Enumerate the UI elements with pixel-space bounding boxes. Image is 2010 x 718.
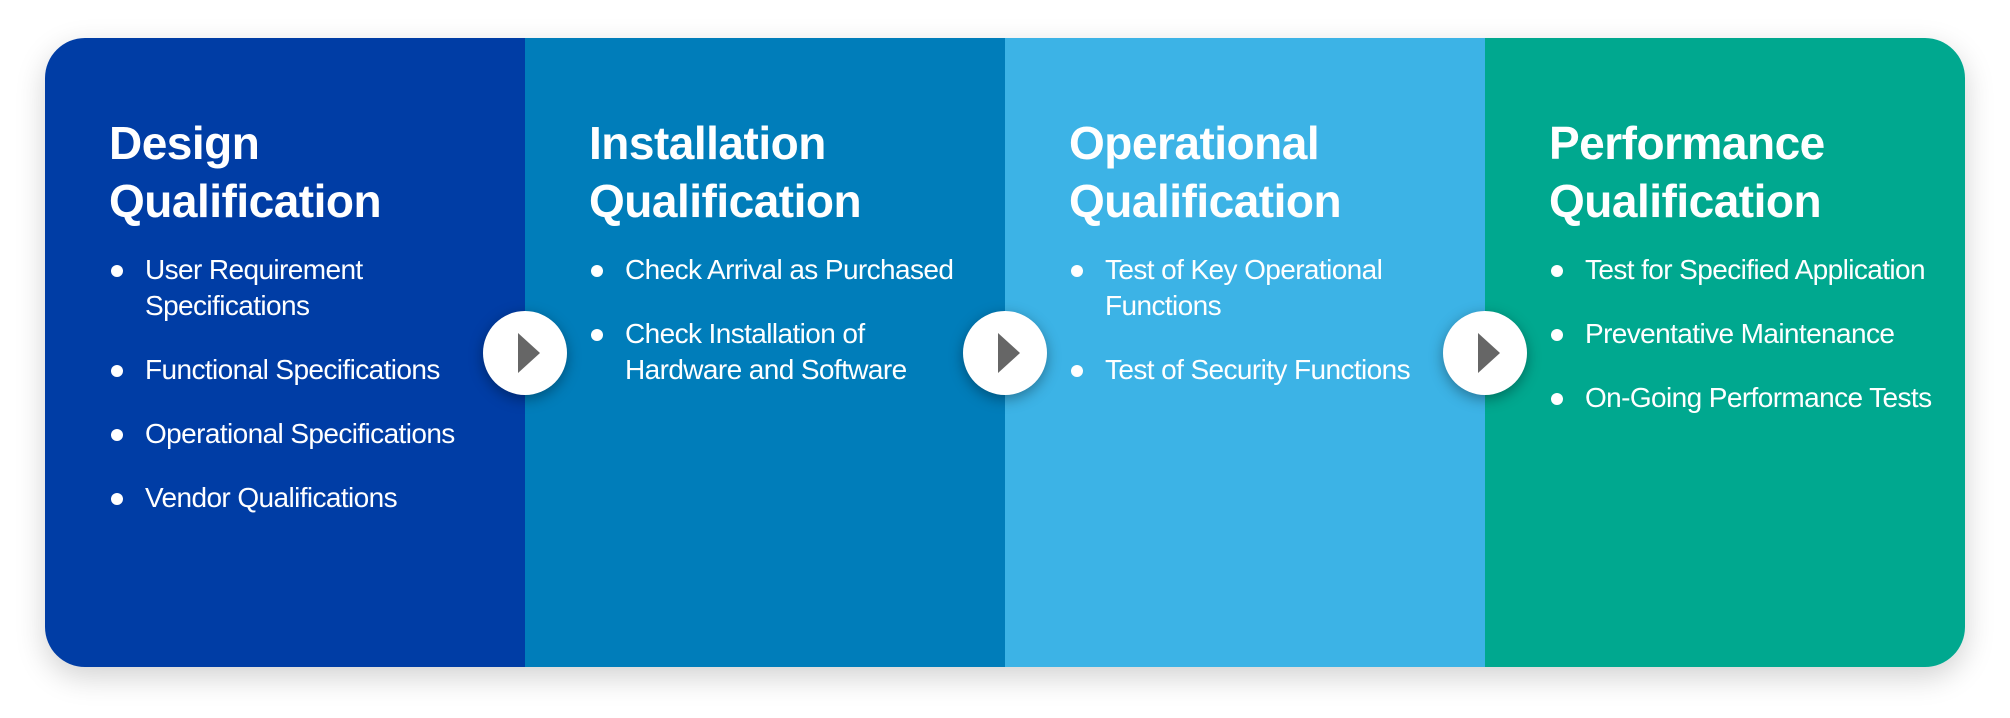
title-line: Installation bbox=[589, 117, 826, 169]
list-item: User Requirement Specifications bbox=[109, 252, 505, 324]
next-arrow-button[interactable] bbox=[483, 311, 567, 395]
stage-title: Performance Qualification bbox=[1549, 114, 1945, 230]
stage-items: Check Arrival as Purchased Check Install… bbox=[589, 252, 985, 388]
stage-operational-qualification: Operational Qualification Test of Key Ope… bbox=[1005, 38, 1485, 667]
title-line: Qualification bbox=[109, 175, 382, 227]
item-text: Test for Specified Application bbox=[1585, 254, 1926, 285]
list-item: Operational Specifications bbox=[109, 416, 505, 452]
item-text: Preventative Maintenance bbox=[1585, 318, 1895, 349]
play-triangle-icon bbox=[998, 333, 1020, 373]
bullet-icon bbox=[1551, 393, 1563, 405]
title-line: Design bbox=[109, 117, 260, 169]
stage-title: Design Qualification bbox=[109, 114, 505, 230]
title-line: Qualification bbox=[589, 175, 862, 227]
item-text: Test of Security Functions bbox=[1105, 354, 1411, 385]
stage-items: Test for Specified Application Preventat… bbox=[1549, 252, 1945, 416]
item-text: Check Arrival as Purchased bbox=[625, 254, 954, 285]
stage-installation-qualification: Installation Qualification Check Arrival … bbox=[525, 38, 1005, 667]
item-text: Check Installation of Hardware and Softw… bbox=[625, 318, 907, 385]
next-arrow-button[interactable] bbox=[1443, 311, 1527, 395]
list-item: On-Going Performance Tests bbox=[1549, 380, 1945, 416]
next-arrow-button[interactable] bbox=[963, 311, 1047, 395]
title-line: Qualification bbox=[1069, 175, 1342, 227]
list-item: Functional Specifications bbox=[109, 352, 505, 388]
list-item: Check Arrival as Purchased bbox=[589, 252, 985, 288]
title-line: Performance bbox=[1549, 117, 1825, 169]
bullet-icon bbox=[1551, 329, 1563, 341]
bullet-icon bbox=[111, 365, 123, 377]
bullet-icon bbox=[111, 429, 123, 441]
play-triangle-icon bbox=[1478, 333, 1500, 373]
stage-title: Installation Qualification bbox=[589, 114, 985, 230]
bullet-icon bbox=[591, 329, 603, 341]
item-text: Operational Specifications bbox=[145, 418, 455, 449]
play-triangle-icon bbox=[518, 333, 540, 373]
item-text: User Requirement Specifications bbox=[145, 254, 363, 321]
item-text: Test of Key Operational Functions bbox=[1105, 254, 1383, 321]
stage-items: User Requirement Specifications Function… bbox=[109, 252, 505, 516]
bullet-icon bbox=[1071, 365, 1083, 377]
stage-design-qualification: Design Qualification User Requirement Spe… bbox=[45, 38, 525, 667]
bullet-icon bbox=[1551, 265, 1563, 277]
bullet-icon bbox=[591, 265, 603, 277]
list-item: Preventative Maintenance bbox=[1549, 316, 1945, 352]
bullet-icon bbox=[1071, 265, 1083, 277]
list-item: Check Installation of Hardware and Softw… bbox=[589, 316, 985, 388]
list-item: Test of Security Functions bbox=[1069, 352, 1465, 388]
stage-items: Test of Key Operational Functions Test o… bbox=[1069, 252, 1465, 388]
title-line: Operational bbox=[1069, 117, 1320, 169]
list-item: Test of Key Operational Functions bbox=[1069, 252, 1465, 324]
list-item: Vendor Qualifications bbox=[109, 480, 505, 516]
title-line: Qualification bbox=[1549, 175, 1822, 227]
stage-title: Operational Qualification bbox=[1069, 114, 1465, 230]
item-text: Functional Specifications bbox=[145, 354, 440, 385]
bullet-icon bbox=[111, 493, 123, 505]
item-text: Vendor Qualifications bbox=[145, 482, 398, 513]
stage-performance-qualification: Performance Qualification Test for Specif… bbox=[1485, 38, 1965, 667]
list-item: Test for Specified Application bbox=[1549, 252, 1945, 288]
item-text: On-Going Performance Tests bbox=[1585, 382, 1932, 413]
bullet-icon bbox=[111, 265, 123, 277]
